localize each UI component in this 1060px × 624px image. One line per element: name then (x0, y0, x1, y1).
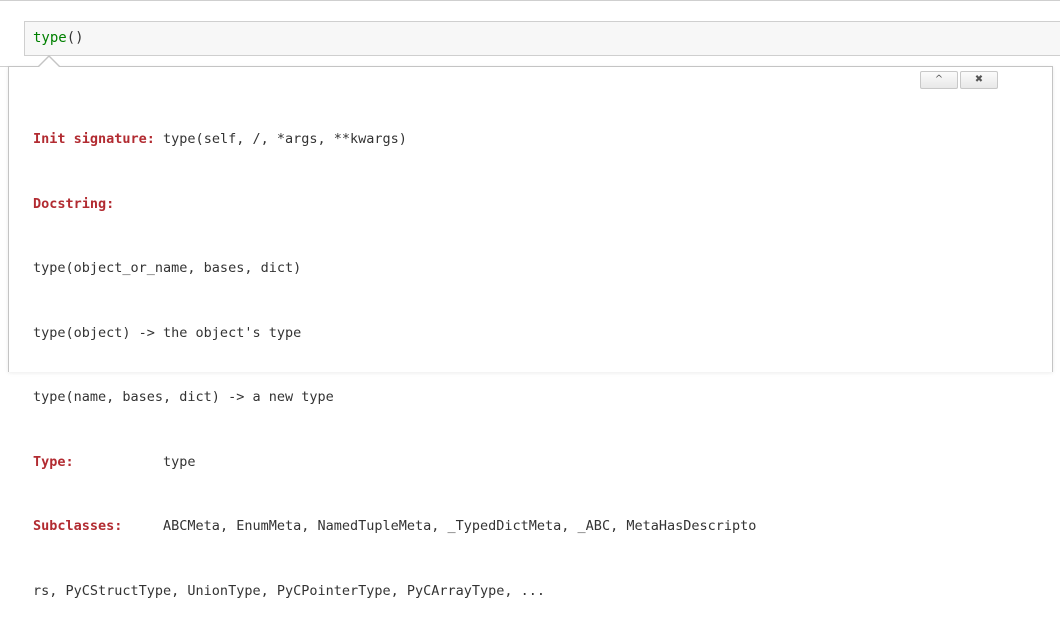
top-divider (0, 0, 1060, 1)
docstring-label: Docstring: (33, 195, 115, 212)
tooltip-pointer-fill (38, 57, 60, 68)
code-call-parens: () (66, 30, 84, 46)
code-function-name: type (33, 30, 67, 46)
tooltip-content: Init signature: type(self, /, *args, **k… (33, 86, 1033, 624)
docstring-text-line: type(name, bases, dict) -> a new type (33, 389, 334, 405)
docstring-text-line: type(object_or_name, bases, dict) (33, 260, 302, 276)
init-signature-line: Init signature: type(self, /, *args, **k… (33, 129, 1033, 151)
type-line: Type: type (33, 452, 1033, 474)
code-cell-text[interactable]: type() (33, 30, 84, 46)
subclasses-value: ABCMeta, EnumMeta, NamedTupleMeta, _Type… (122, 518, 757, 534)
docstring-text-line: type(object) -> the object's type (33, 324, 302, 341)
docstring-line: Docstring: (33, 194, 1033, 216)
subclasses-line: Subclasses: ABCMeta, EnumMeta, NamedTupl… (33, 516, 1033, 538)
init-signature-value: type(self, /, *args, **kwargs) (154, 131, 407, 147)
type-value: type (73, 453, 196, 470)
init-signature-label: Init signature: (33, 131, 155, 147)
subclasses-label: Subclasses: (33, 518, 123, 534)
subclasses-continuation: rs, PyCStructType, UnionType, PyCPointer… (33, 582, 546, 599)
code-cell-input[interactable]: type() (24, 21, 1060, 56)
type-label: Type: (33, 453, 74, 470)
